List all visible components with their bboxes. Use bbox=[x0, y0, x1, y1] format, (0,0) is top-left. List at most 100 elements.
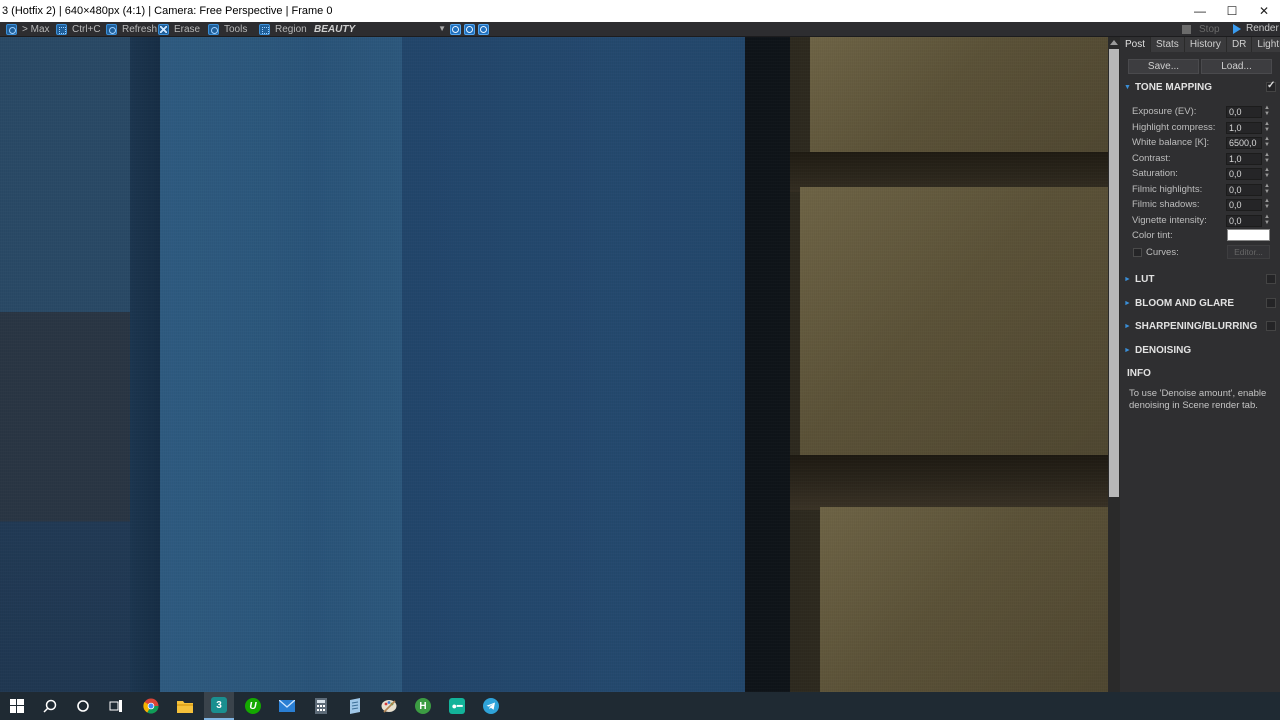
section-bloom-and-glare[interactable]: ► BLOOM AND GLARE bbox=[1124, 295, 1280, 311]
section-sharpening-blurring[interactable]: ► SHARPENING/BLURRING bbox=[1124, 318, 1280, 334]
search-icon[interactable] bbox=[40, 696, 60, 716]
load-button[interactable]: Load... bbox=[1201, 59, 1272, 74]
filmic-highlights-input[interactable]: 0,0 bbox=[1226, 184, 1262, 196]
maximize-button[interactable]: ☐ bbox=[1216, 0, 1248, 22]
max-label: > Max bbox=[22, 24, 50, 35]
color-tint-swatch[interactable] bbox=[1227, 229, 1270, 241]
save-button[interactable]: Save... bbox=[1128, 59, 1199, 74]
param-filmic-highlights: Filmic highlights: 0,0 ▲ ▼ bbox=[1132, 182, 1276, 197]
region-button[interactable]: Region bbox=[259, 23, 307, 36]
region-icon bbox=[259, 24, 270, 35]
stop-icon bbox=[1182, 25, 1191, 34]
notepad-icon[interactable] bbox=[345, 696, 365, 716]
refresh-button[interactable]: Refresh bbox=[106, 23, 157, 36]
scroll-up-icon[interactable] bbox=[1110, 40, 1118, 45]
chevron-down-icon: ▼ bbox=[438, 24, 446, 33]
max-button[interactable]: > Max bbox=[6, 23, 50, 36]
filmic-shadows-input[interactable]: 0,0 bbox=[1226, 199, 1262, 211]
collapse-icon: ► bbox=[1124, 299, 1131, 307]
cortana-icon[interactable] bbox=[73, 696, 93, 716]
exposure-input[interactable]: 0,0 bbox=[1226, 106, 1262, 118]
param-filmic-shadows: Filmic shadows: 0,0 ▲ ▼ bbox=[1132, 197, 1276, 212]
houdini-icon[interactable]: H bbox=[413, 696, 433, 716]
upwork-icon[interactable]: U bbox=[243, 696, 263, 716]
curves-editor-button[interactable]: Editor... bbox=[1227, 245, 1270, 259]
zoom-fit-icon[interactable] bbox=[478, 24, 489, 35]
zoom-out-icon[interactable] bbox=[464, 24, 475, 35]
monitor-icon bbox=[6, 24, 17, 35]
region-label: Region bbox=[275, 24, 307, 35]
copy-label: Ctrl+C bbox=[72, 24, 101, 35]
telegram-icon[interactable] bbox=[481, 696, 501, 716]
sharpening-checkbox[interactable] bbox=[1266, 321, 1276, 331]
key-icon: ●━ bbox=[449, 698, 465, 714]
windows-taskbar: 3 U H ●━ bbox=[0, 692, 1280, 720]
windows-start-icon[interactable] bbox=[7, 696, 27, 716]
param-label: Exposure (EV): bbox=[1132, 106, 1197, 117]
expand-icon: ▼ bbox=[1124, 83, 1131, 91]
refresh-icon bbox=[106, 24, 117, 35]
erase-button[interactable]: Erase bbox=[158, 23, 200, 36]
render-button[interactable]: Render bbox=[1233, 23, 1279, 34]
refresh-label: Refresh bbox=[122, 24, 158, 35]
tone-mapping-checkbox[interactable] bbox=[1266, 80, 1276, 92]
mail-icon[interactable] bbox=[277, 696, 297, 716]
param-label: Filmic shadows: bbox=[1132, 199, 1200, 210]
spinner-icon[interactable]: ▲ ▼ bbox=[1264, 105, 1270, 118]
stop-button[interactable]: Stop bbox=[1199, 23, 1220, 36]
collapse-icon: ► bbox=[1124, 346, 1131, 354]
keepass-icon[interactable]: ●━ bbox=[447, 696, 467, 716]
tools-label: Tools bbox=[224, 24, 248, 35]
tab-stats[interactable]: Stats bbox=[1151, 37, 1185, 52]
spinner-icon[interactable]: ▲ ▼ bbox=[1264, 121, 1270, 134]
tab-lightmix[interactable]: LightMix bbox=[1252, 37, 1280, 52]
param-label: White balance [K]: bbox=[1132, 137, 1210, 148]
spinner-icon[interactable]: ▲ ▼ bbox=[1264, 167, 1270, 180]
task-view-icon[interactable] bbox=[106, 696, 126, 716]
close-button[interactable]: ✕ bbox=[1248, 0, 1280, 22]
3dsmax-icon[interactable]: 3 bbox=[204, 692, 234, 720]
param-label: Contrast: bbox=[1132, 153, 1171, 164]
collapse-icon: ► bbox=[1124, 322, 1131, 330]
render-element-dropdown[interactable]: BEAUTY ▼ bbox=[312, 23, 446, 36]
info-title: INFO bbox=[1127, 368, 1151, 379]
scrollbar-thumb[interactable] bbox=[1109, 49, 1119, 497]
paint-icon[interactable] bbox=[379, 696, 399, 716]
render-viewport[interactable] bbox=[0, 37, 1108, 692]
viewport-scrollbar[interactable] bbox=[1108, 37, 1120, 692]
tools-button[interactable]: Tools bbox=[208, 23, 247, 36]
lut-checkbox[interactable] bbox=[1266, 274, 1276, 284]
param-curves: Curves: Editor... bbox=[1132, 245, 1276, 260]
white-balance-input[interactable]: 6500,0 bbox=[1226, 137, 1262, 149]
spinner-icon[interactable]: ▲ ▼ bbox=[1264, 152, 1270, 165]
spinner-icon[interactable]: ▲ ▼ bbox=[1264, 214, 1270, 227]
tab-post[interactable]: Post bbox=[1120, 37, 1152, 52]
spinner-icon[interactable]: ▲ ▼ bbox=[1264, 136, 1270, 149]
vignette-intensity-input[interactable]: 0,0 bbox=[1226, 215, 1262, 227]
curves-checkbox[interactable] bbox=[1133, 248, 1142, 257]
param-contrast: Contrast: 1,0 ▲ ▼ bbox=[1132, 151, 1276, 166]
tab-history[interactable]: History bbox=[1184, 37, 1227, 52]
tab-dr[interactable]: DR bbox=[1226, 37, 1253, 52]
section-lut[interactable]: ► LUT bbox=[1124, 271, 1280, 287]
preset-buttons: Save... Load... bbox=[1128, 59, 1272, 74]
chrome-icon[interactable] bbox=[141, 696, 161, 716]
spinner-icon[interactable]: ▲ ▼ bbox=[1264, 183, 1270, 196]
saturation-input[interactable]: 0,0 bbox=[1226, 168, 1262, 180]
param-label: Highlight compress: bbox=[1132, 122, 1216, 133]
contrast-input[interactable]: 1,0 bbox=[1226, 153, 1262, 165]
section-denoising[interactable]: ► DENOISING bbox=[1124, 342, 1280, 358]
file-explorer-icon[interactable] bbox=[175, 696, 195, 716]
highlight-compress-input[interactable]: 1,0 bbox=[1226, 122, 1262, 134]
calculator-icon[interactable] bbox=[311, 696, 331, 716]
bloom-checkbox[interactable] bbox=[1266, 298, 1276, 308]
section-tone-mapping[interactable]: ▼ TONE MAPPING bbox=[1124, 79, 1280, 95]
copy-button[interactable]: Ctrl+C bbox=[56, 23, 101, 36]
zoom-in-icon[interactable] bbox=[450, 24, 461, 35]
param-label: Curves: bbox=[1146, 247, 1179, 258]
houdini-badge: H bbox=[415, 698, 431, 714]
minimize-button[interactable]: — bbox=[1184, 0, 1216, 22]
spinner-icon[interactable]: ▲ ▼ bbox=[1264, 198, 1270, 211]
param-label: Filmic highlights: bbox=[1132, 184, 1203, 195]
copy-icon bbox=[56, 24, 67, 35]
